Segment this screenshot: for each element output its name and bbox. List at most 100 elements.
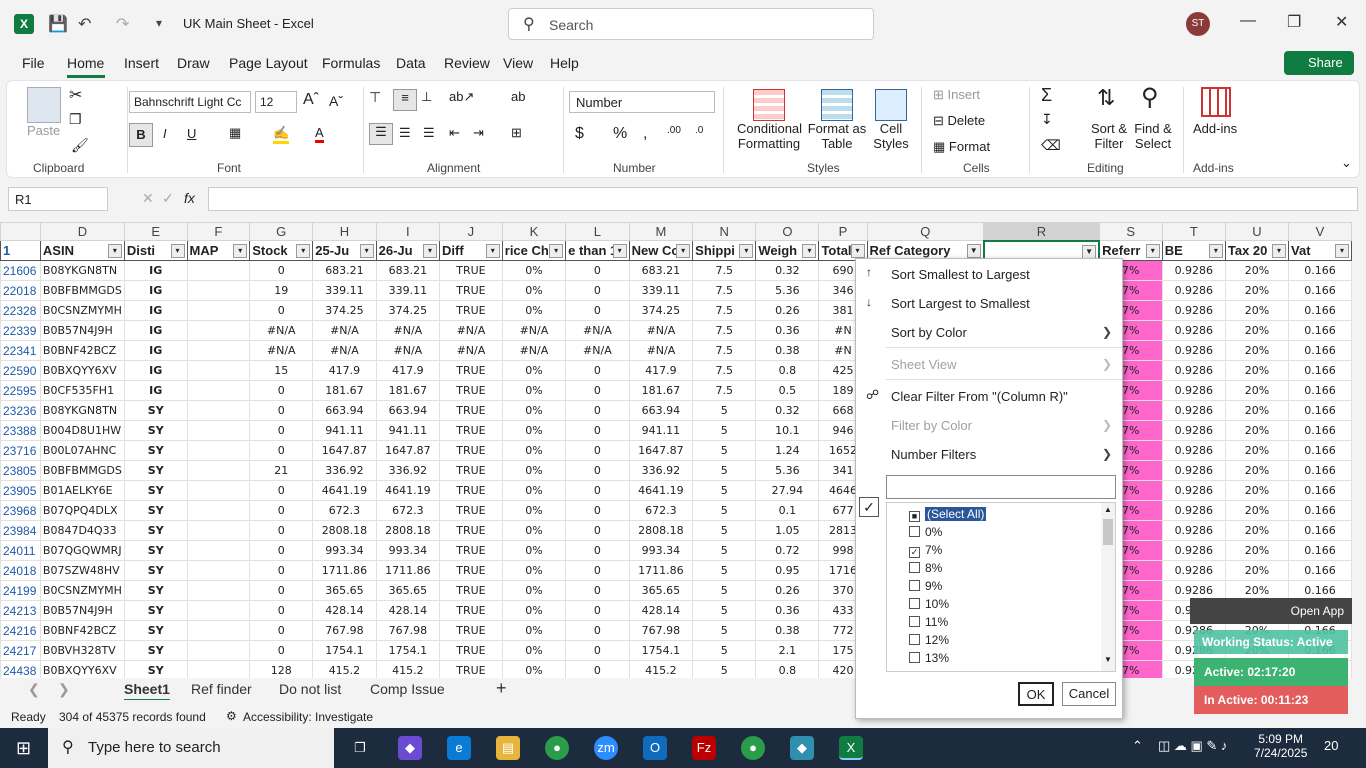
increase-indent-icon[interactable]: ⇥ (473, 125, 484, 141)
cell[interactable]: 0 (249, 640, 314, 661)
tab-comp-issue[interactable]: Comp Issue (370, 681, 445, 697)
row-number[interactable]: 24438 (0, 660, 41, 678)
cell[interactable]: 0.9286 (1161, 500, 1226, 521)
filter-search-input[interactable] (886, 475, 1116, 499)
cell[interactable]: 0.166 (1288, 440, 1352, 461)
row-number[interactable]: 22595 (0, 380, 41, 401)
cell[interactable]: 417.9 (628, 360, 694, 381)
cell[interactable]: 0.166 (1288, 460, 1352, 481)
column-header[interactable]: E (123, 222, 188, 241)
clock[interactable]: 5:09 PM 7/24/2025 (1254, 732, 1307, 760)
merge-center-icon[interactable]: ⊞ (511, 125, 522, 141)
column-header[interactable]: P (818, 222, 868, 241)
cell[interactable]: 0 (249, 420, 314, 441)
decrease-indent-icon[interactable]: ⇤ (449, 125, 460, 141)
unchecked-box-icon[interactable] (909, 652, 920, 663)
row-number[interactable]: 24217 (0, 640, 41, 661)
column-header[interactable]: L (565, 222, 630, 241)
cell[interactable]: 5 (692, 560, 757, 581)
format-as-table-icon[interactable] (821, 89, 853, 121)
cell[interactable]: SY (123, 460, 188, 481)
row-number[interactable]: 23905 (0, 480, 41, 501)
filter-arrow-icon[interactable]: ▾ (676, 244, 691, 258)
row-number[interactable]: 23236 (0, 400, 41, 421)
cell[interactable]: B0CSNZMYMH (39, 300, 125, 321)
cell[interactable]: 672.3 (312, 500, 377, 521)
cell[interactable]: 0.9286 (1161, 360, 1226, 381)
cell[interactable]: 20% (1224, 320, 1290, 341)
formula-input[interactable] (208, 187, 1358, 211)
cell[interactable]: 20% (1224, 500, 1290, 521)
unchecked-box-icon[interactable] (909, 526, 920, 537)
cell[interactable] (186, 420, 251, 441)
cell[interactable]: 0 (249, 540, 314, 561)
cell[interactable]: TRUE (439, 600, 503, 621)
cell[interactable]: 417.9 (375, 360, 441, 381)
cell[interactable]: 0.9286 (1161, 440, 1226, 461)
cell[interactable]: 663.94 (312, 400, 377, 421)
cell[interactable]: TRUE (439, 520, 503, 541)
cell[interactable]: IG (123, 360, 188, 381)
cell[interactable] (186, 340, 251, 361)
cell[interactable]: B08YKGN8TN (39, 260, 125, 281)
align-top-icon[interactable]: ⊤ (369, 89, 381, 106)
cell[interactable]: 993.34 (375, 540, 441, 561)
cell[interactable]: 0 (565, 300, 630, 321)
cell[interactable]: 0% (501, 400, 567, 421)
next-sheet-icon[interactable]: ❯ (58, 681, 70, 698)
sort-smallest-to-largest[interactable]: Sort Smallest to Largest (891, 267, 1030, 282)
cell[interactable]: 20% (1224, 360, 1290, 381)
align-right-icon[interactable]: ☰ (423, 125, 435, 141)
ok-button[interactable]: OK (1018, 682, 1054, 706)
cell[interactable]: 0.32 (755, 400, 820, 421)
cell[interactable]: B0BXQYY6XV (39, 660, 125, 678)
cell-styles-button[interactable]: Cell Styles (867, 121, 915, 151)
cell[interactable] (186, 620, 251, 641)
add-ins-button[interactable]: Add-ins (1193, 121, 1237, 136)
cell[interactable]: SY (123, 500, 188, 521)
cell[interactable]: 336.92 (312, 460, 377, 481)
align-middle-icon[interactable]: ≡ (393, 89, 417, 111)
row-number[interactable]: 22328 (0, 300, 41, 321)
zoom-icon[interactable]: zm (594, 736, 618, 760)
scroll-up-icon[interactable]: ▲ (1104, 505, 1112, 514)
cell[interactable]: 417.9 (312, 360, 377, 381)
cell[interactable]: 0% (501, 380, 567, 401)
excel-taskbar-icon[interactable]: X (839, 736, 863, 760)
cell[interactable]: 20% (1224, 340, 1290, 361)
cell[interactable]: 20% (1224, 460, 1290, 481)
cell[interactable]: 0 (565, 660, 630, 678)
cell[interactable]: 415.2 (628, 660, 694, 678)
cell[interactable]: B0BNF42BCZ (39, 620, 125, 641)
cell[interactable]: 0.9286 (1161, 340, 1226, 361)
format-as-table-button[interactable]: Format as Table (805, 121, 869, 151)
header-cell[interactable]: e than 1 ▾ (565, 240, 630, 261)
font-size-select[interactable]: 12 (255, 91, 297, 113)
cell[interactable]: 0.166 (1288, 560, 1352, 581)
cell[interactable]: 0 (249, 620, 314, 641)
header-cell[interactable]: ASIN ▾ (39, 240, 125, 261)
fill-icon[interactable]: ↧ (1041, 111, 1053, 128)
cell[interactable]: 2808.18 (375, 520, 441, 541)
file-explorer-icon[interactable]: ▤ (496, 736, 520, 760)
filter-arrow-icon[interactable]: ▾ (612, 244, 627, 258)
cell[interactable]: 0 (565, 480, 630, 501)
header-cell[interactable]: 25-Ju ▾ (312, 240, 377, 261)
orientation-icon[interactable]: ab↗ (449, 89, 474, 105)
filter-arrow-icon[interactable]: ▾ (802, 244, 817, 258)
cell[interactable]: 20% (1224, 540, 1290, 561)
cell[interactable]: 0% (501, 300, 567, 321)
filter-item[interactable]: 13% (909, 651, 949, 665)
cell[interactable]: 428.14 (312, 600, 377, 621)
cell[interactable]: 0.5 (755, 380, 820, 401)
cell[interactable]: B0BNF42BCZ (39, 340, 125, 361)
insert-cells-button[interactable]: ⊞ Insert (933, 87, 980, 103)
cell[interactable]: B0B57N4J9H (39, 600, 125, 621)
cell[interactable]: B0BVH328TV (39, 640, 125, 661)
cell[interactable]: SY (123, 620, 188, 641)
filter-arrow-icon[interactable]: ▾ (739, 244, 754, 258)
cell[interactable]: 20% (1224, 560, 1290, 581)
cell[interactable]: 20% (1224, 380, 1290, 401)
cell[interactable]: SY (123, 600, 188, 621)
cell[interactable]: 7.5 (692, 320, 757, 341)
